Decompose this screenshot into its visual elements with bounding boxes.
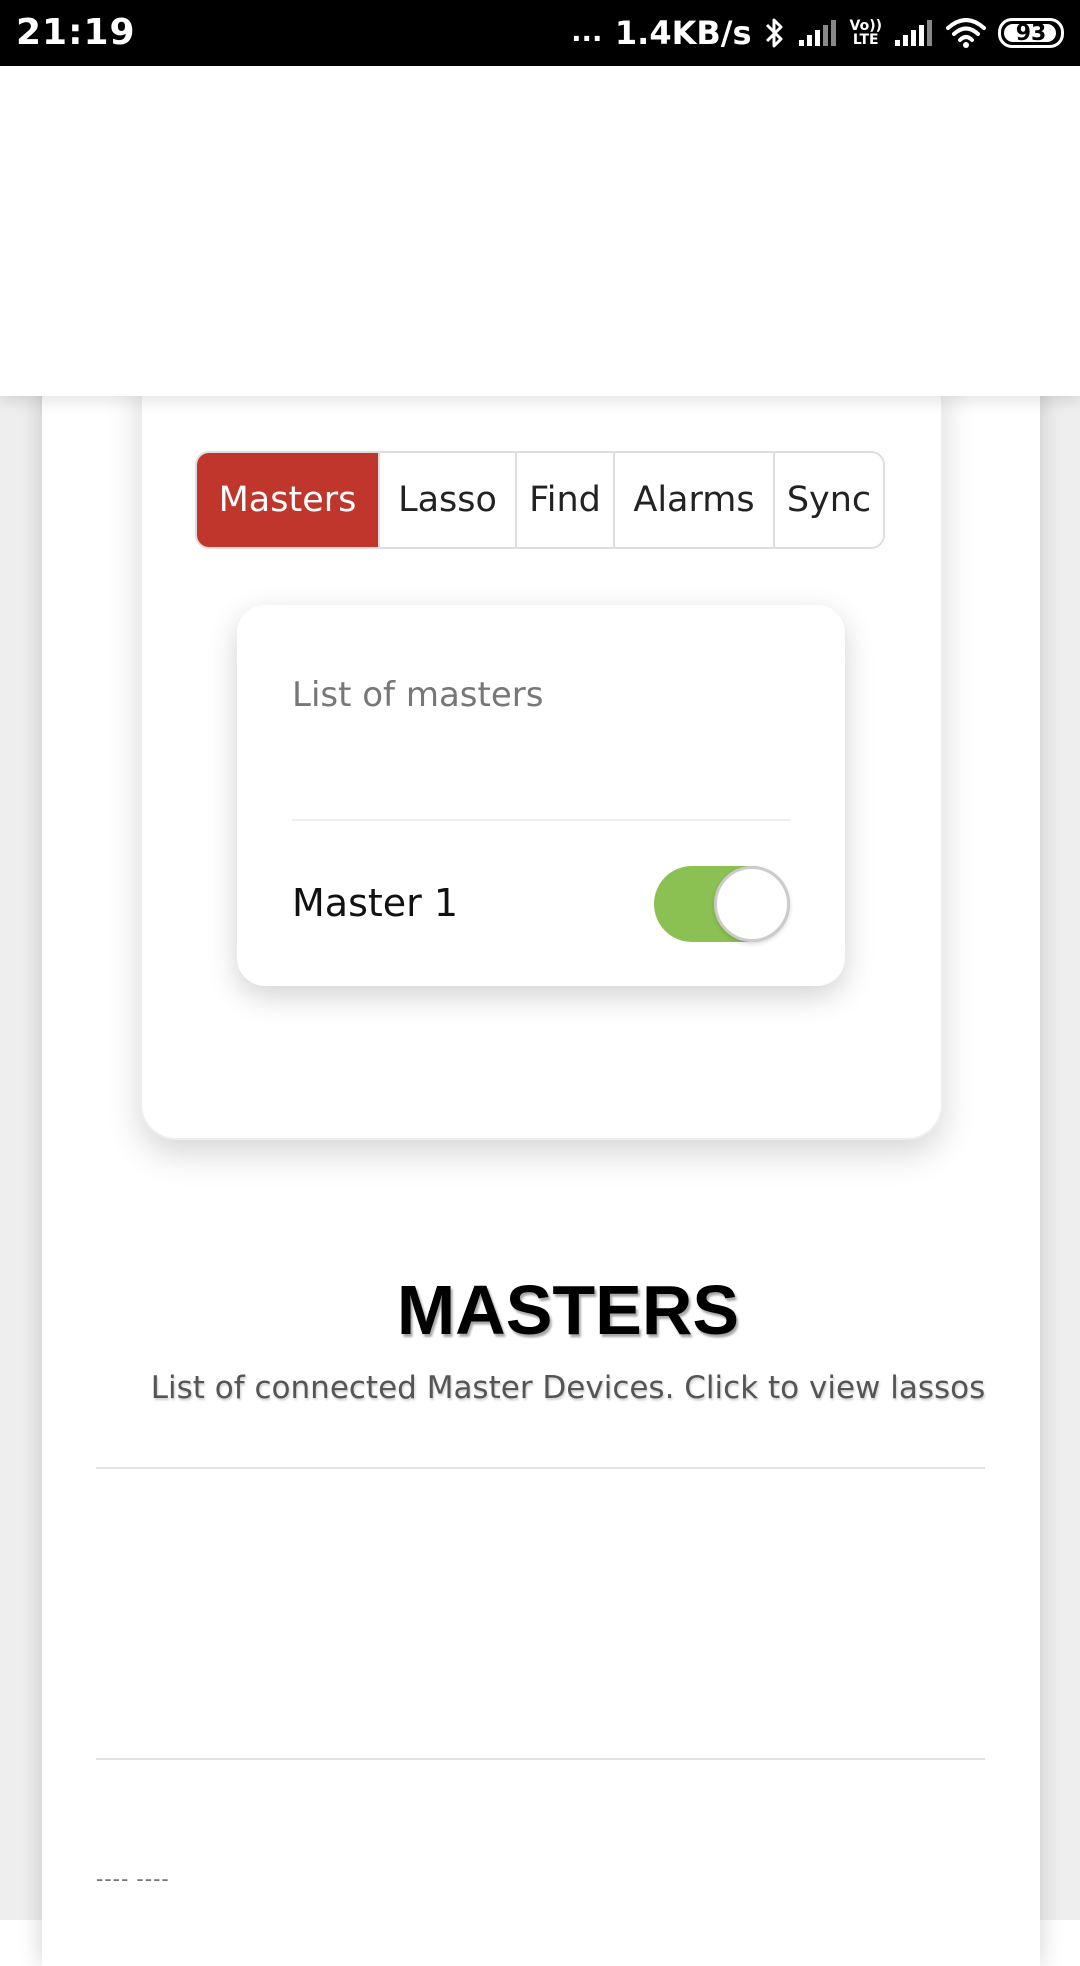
signal-icon xyxy=(894,18,934,48)
battery-icon: 93 xyxy=(998,18,1064,48)
signal-icon xyxy=(798,18,838,48)
footer-placeholder: ---- ---- xyxy=(96,1866,170,1891)
network-speed: 1.4KB/s xyxy=(614,14,752,52)
tab-masters[interactable]: Masters xyxy=(197,453,380,547)
tab-sync[interactable]: Sync xyxy=(775,453,883,547)
wifi-icon xyxy=(946,18,986,48)
section-title: MASTERS xyxy=(396,1271,740,1349)
list-title: List of masters xyxy=(292,675,544,715)
masters-list-card: List of masters Master 1 xyxy=(237,605,845,986)
divider xyxy=(96,1467,985,1469)
notification-dots: ... xyxy=(571,10,603,49)
app-header xyxy=(0,66,1080,396)
section-subtitle: List of connected Master Devices. Click … xyxy=(150,1370,986,1406)
list-item-label[interactable]: Master 1 xyxy=(292,881,458,925)
status-time: 21:19 xyxy=(16,12,136,53)
bluetooth-icon xyxy=(764,16,786,50)
lte-label: LTE xyxy=(852,32,879,48)
tab-find[interactable]: Find xyxy=(517,453,615,547)
master-toggle[interactable] xyxy=(654,866,790,942)
battery-level: 93 xyxy=(1015,20,1047,46)
volte-icon: Vo)) LTE xyxy=(850,19,882,47)
status-icons: ... 1.4KB/s Vo)) LTE 93 xyxy=(572,0,1064,66)
tab-lasso[interactable]: Lasso xyxy=(380,453,517,547)
tab-alarms[interactable]: Alarms xyxy=(615,453,775,547)
status-bar: 21:19 ... 1.4KB/s Vo)) LTE 93 xyxy=(0,0,1080,66)
list-divider xyxy=(292,819,790,821)
tab-bar: Masters Lasso Find Alarms Sync xyxy=(195,451,885,549)
toggle-knob xyxy=(714,866,790,942)
divider xyxy=(96,1758,985,1760)
